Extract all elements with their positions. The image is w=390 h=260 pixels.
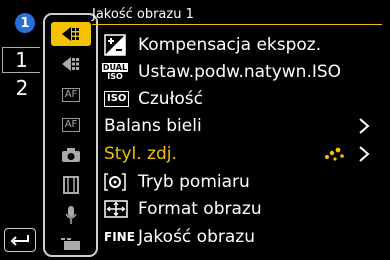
- camera-menu-screen: 1 1 2 AF AF Jakość obrazu 1 Kompensacja …: [0, 0, 390, 260]
- af-custom-icon: AF: [61, 118, 81, 132]
- aspect-ratio-icon: [104, 199, 130, 219]
- menu-item-label: Czułość: [138, 89, 204, 109]
- page-tab-1[interactable]: 1: [2, 47, 40, 73]
- chevron-right-icon: [358, 113, 370, 139]
- category-photo-quality[interactable]: [51, 22, 91, 46]
- menu-item-label: Balans bieli: [104, 116, 202, 136]
- menu-item-image-quality[interactable]: FINE Jakość obrazu: [104, 224, 374, 250]
- iso-icon: ISO: [104, 91, 130, 107]
- menu-item-white-balance[interactable]: Balans bieli: [104, 113, 380, 139]
- menu-item-photo-style[interactable]: Styl. zdj.: [104, 141, 380, 167]
- menu-item-label: Ustaw.podw.natywn.ISO: [138, 62, 342, 82]
- photo-style-indicator-icon: [324, 145, 346, 168]
- menu-item-label: Kompensacja ekspoz.: [138, 35, 322, 55]
- video-camera-icon: [61, 238, 80, 250]
- title-divider: [92, 24, 382, 25]
- category-photo-quality-2[interactable]: [51, 52, 91, 76]
- menu-item-aspect-ratio[interactable]: Format obrazu: [104, 196, 374, 222]
- metering-mode-icon: [104, 172, 130, 192]
- menu-item-label: Jakość obrazu: [138, 227, 255, 247]
- fine-quality-icon: FINE: [104, 230, 135, 244]
- microphone-icon: [65, 206, 77, 224]
- page-number-badge: 1: [15, 13, 35, 33]
- dual-iso-icon: DUAL ISO: [101, 63, 129, 81]
- category-audio[interactable]: [51, 203, 91, 227]
- category-af-custom[interactable]: AF: [51, 113, 91, 137]
- camera-icon: [62, 148, 80, 162]
- menu-item-metering-mode[interactable]: Tryb pomiaru: [104, 169, 374, 195]
- menu-item-sensitivity[interactable]: ISO Czułość: [104, 86, 374, 112]
- category-sidebar: AF AF: [43, 13, 98, 257]
- film-icon: [63, 176, 79, 194]
- category-af[interactable]: AF: [51, 83, 91, 107]
- af-icon: AF: [61, 88, 81, 102]
- page-title: Jakość obrazu 1: [92, 7, 194, 22]
- menu-item-label: Styl. zdj.: [104, 144, 177, 164]
- menu-item-dual-native-iso[interactable]: DUAL ISO Ustaw.podw.natywn.ISO: [101, 59, 374, 85]
- return-arrow-icon: [10, 235, 29, 246]
- category-camera[interactable]: [51, 143, 91, 167]
- menu-item-label: Tryb pomiaru: [138, 172, 250, 192]
- menu-item-label: Format obrazu: [138, 199, 262, 219]
- chevron-right-icon: [358, 141, 370, 167]
- exposure-compensation-icon: [104, 34, 130, 56]
- menu-item-exposure-compensation[interactable]: Kompensacja ekspoz.: [104, 32, 374, 58]
- category-video[interactable]: [51, 232, 91, 256]
- photo-quality-active-icon: [62, 27, 79, 41]
- category-film[interactable]: [51, 173, 91, 197]
- back-button[interactable]: [4, 228, 36, 252]
- page-tab-2[interactable]: 2: [2, 76, 42, 100]
- photo-quality-icon: [62, 57, 79, 71]
